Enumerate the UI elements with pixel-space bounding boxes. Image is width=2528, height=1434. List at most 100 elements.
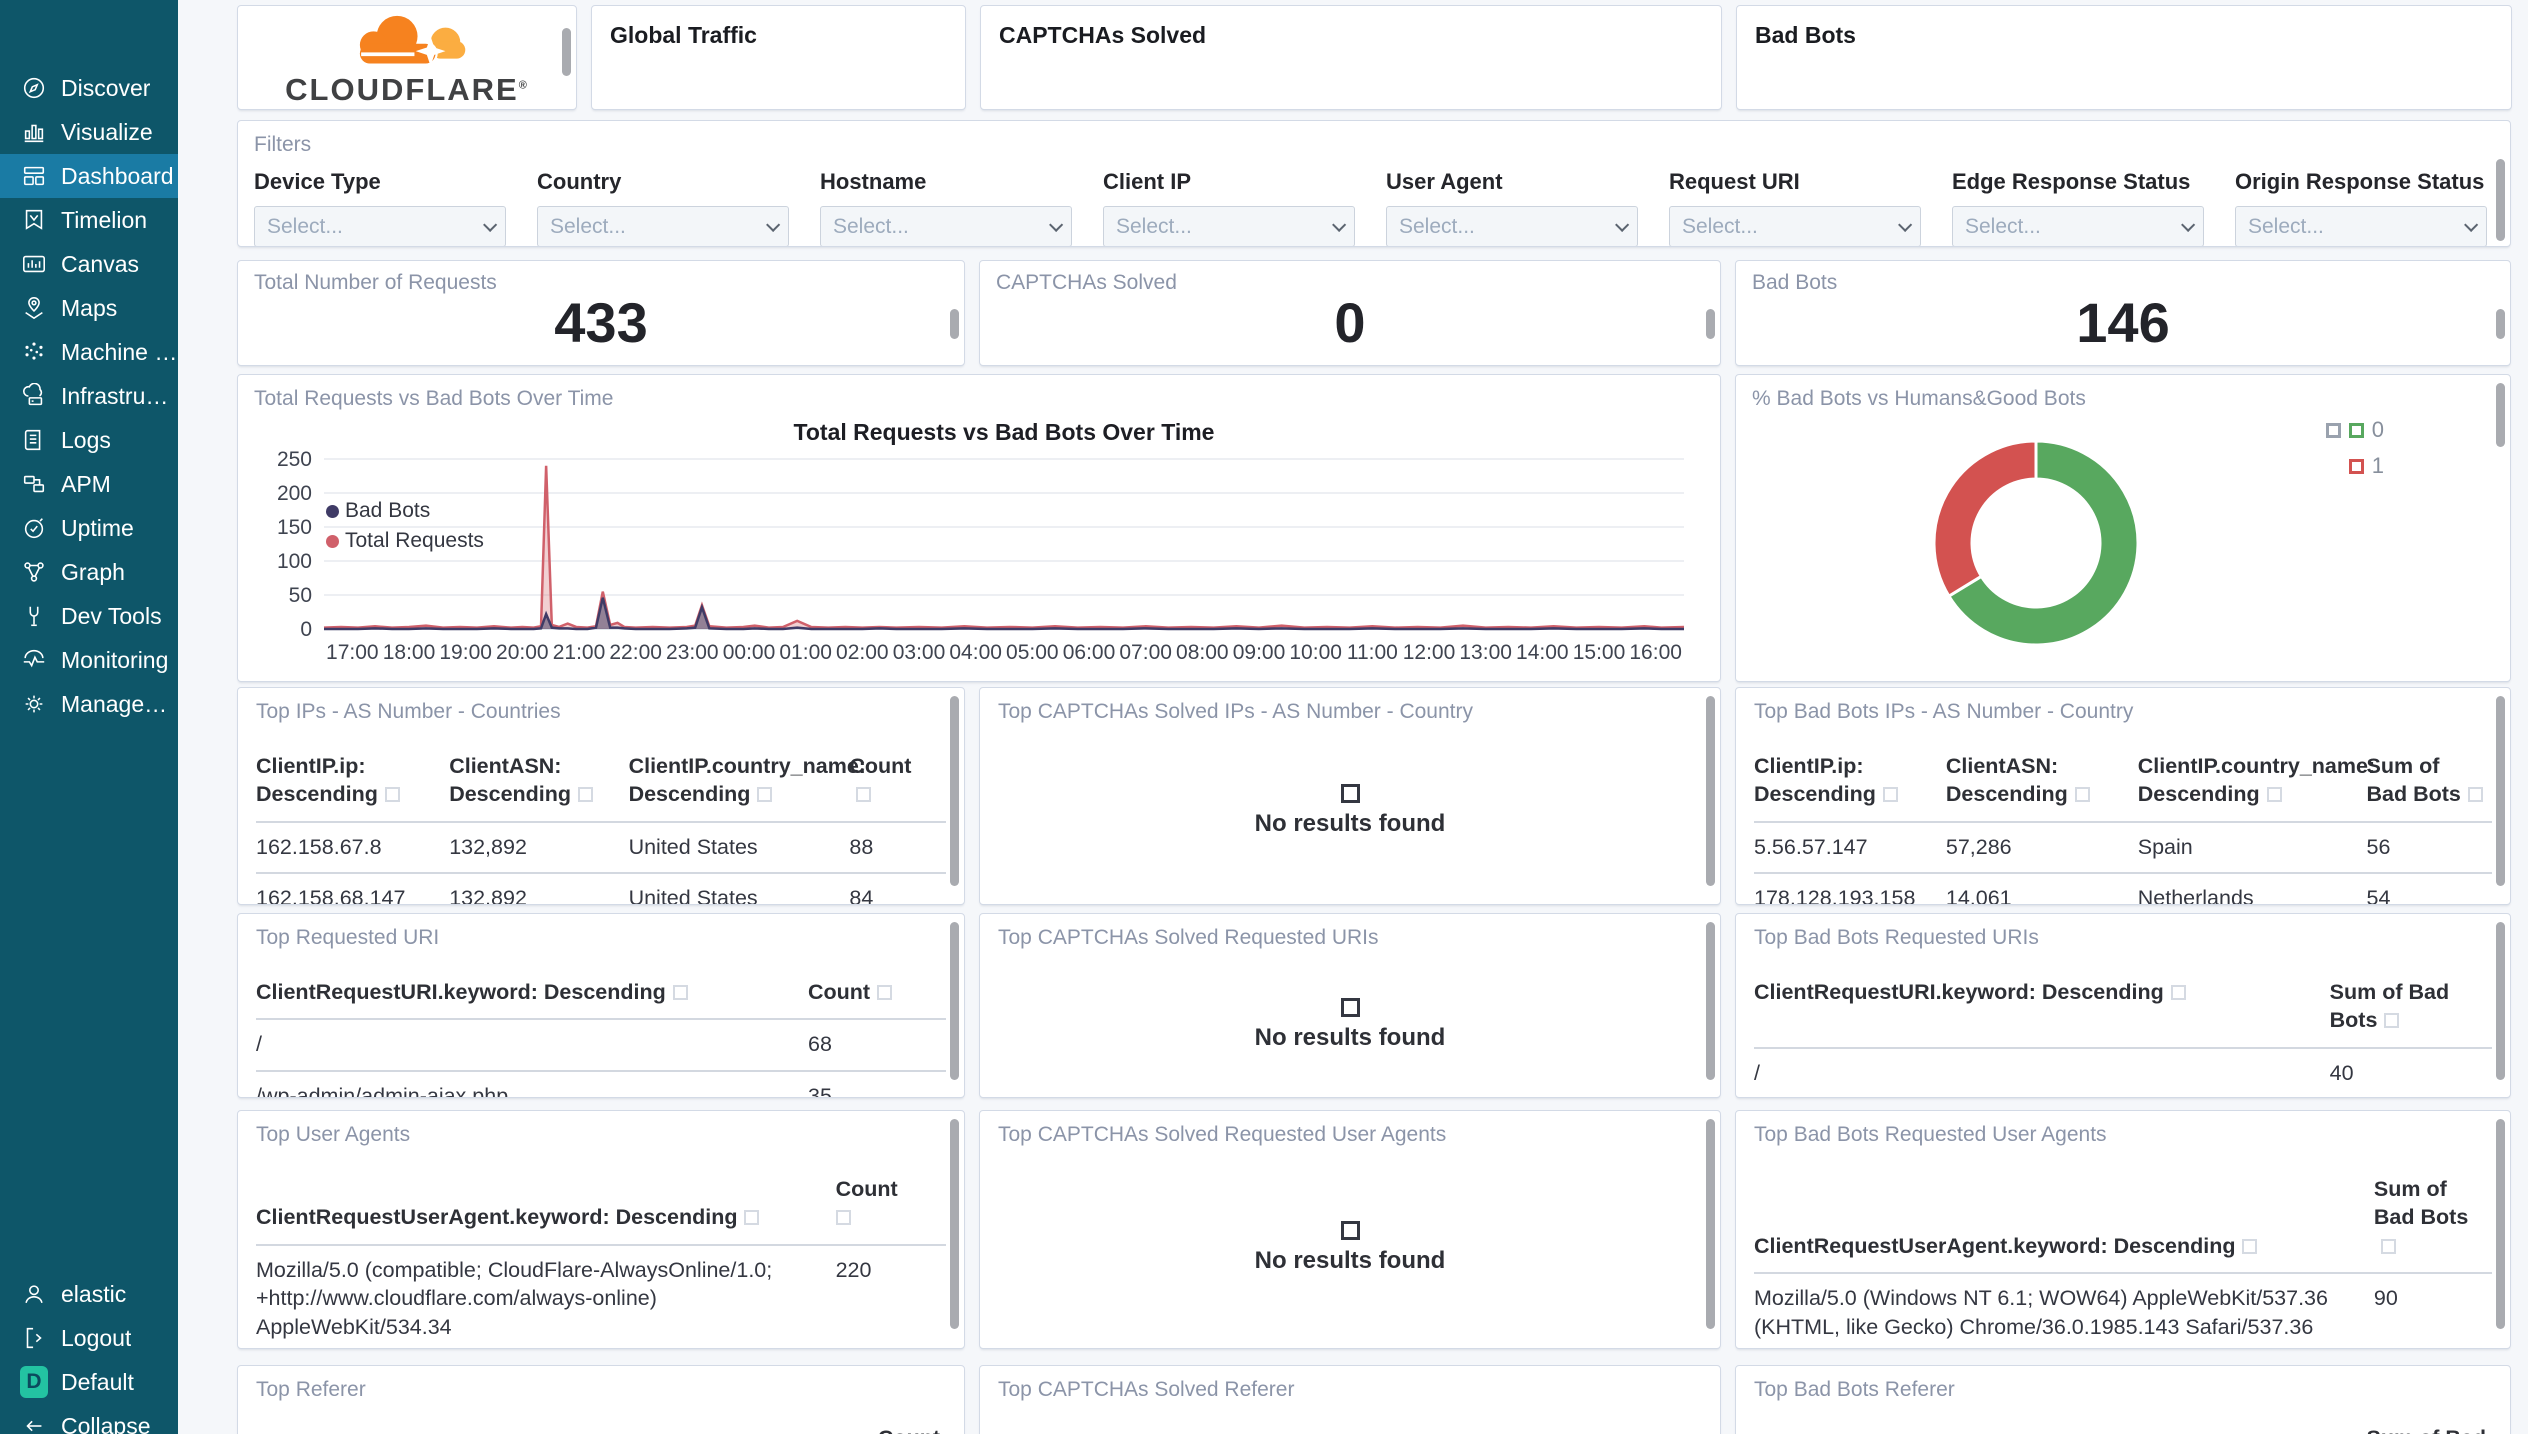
sidebar-item-infrastructure[interactable]: Infrastructure xyxy=(0,374,178,418)
filters-title: Filters xyxy=(254,133,312,156)
scrollbar[interactable] xyxy=(950,696,959,886)
sidebar-item-label: Graph xyxy=(61,558,125,585)
scrollbar[interactable] xyxy=(950,1119,959,1329)
sort-checkbox[interactable] xyxy=(2467,787,2483,803)
sidebar-item-timelion[interactable]: Timelion xyxy=(0,198,178,242)
sidebar-item-label: APM xyxy=(61,470,111,497)
sidebar-item-logout[interactable]: Logout xyxy=(0,1316,178,1360)
sidebar-item-dashboard[interactable]: Dashboard xyxy=(0,154,178,198)
sort-checkbox[interactable] xyxy=(856,787,872,803)
scrollbar[interactable] xyxy=(2496,922,2505,1080)
sidebar-item-collapse[interactable]: Collapse xyxy=(0,1404,178,1434)
user-agent-select[interactable]: Select... xyxy=(1386,206,1638,246)
sidebar-item-machine-learning[interactable]: Machine Le… xyxy=(0,330,178,374)
sidebar-item-monitoring[interactable]: Monitoring xyxy=(0,638,178,682)
sidebar-item-uptime[interactable]: Uptime xyxy=(0,506,178,550)
sort-checkbox[interactable] xyxy=(2380,1238,2396,1254)
sidebar-item-graph[interactable]: Graph xyxy=(0,550,178,594)
sidebar-item-label: Uptime xyxy=(61,514,134,541)
device-type-select[interactable]: Select... xyxy=(254,206,506,246)
sort-checkbox[interactable] xyxy=(2242,1238,2258,1254)
panel-title: Top CAPTCHAs Solved Requested User Agent… xyxy=(998,1123,1447,1146)
timelion-icon xyxy=(20,206,48,234)
svg-text:17:00: 17:00 xyxy=(326,641,379,664)
scrollbar[interactable] xyxy=(2496,309,2505,339)
hostname-select[interactable]: Select... xyxy=(820,206,1072,246)
filter-origin-response-status: Origin Response Status Select... xyxy=(2235,169,2487,246)
scrollbar[interactable] xyxy=(2496,383,2505,447)
sidebar-item-discover[interactable]: Discover xyxy=(0,66,178,110)
cloudflare-wordmark: CLOUDFLARE® xyxy=(285,71,529,107)
scrollbar[interactable] xyxy=(1706,1119,1715,1329)
column-header: Sum of Bad Bots xyxy=(2373,1175,2492,1275)
sidebar-item-apm[interactable]: APM xyxy=(0,462,178,506)
sidebar-item-label: Logout xyxy=(61,1324,132,1351)
sort-checkbox[interactable] xyxy=(835,1210,851,1226)
scrollbar[interactable] xyxy=(1706,922,1715,1080)
column-header: Count xyxy=(808,978,946,1021)
sidebar-item-label: Management xyxy=(61,690,178,717)
sort-checkbox[interactable] xyxy=(744,1210,760,1226)
sort-checkbox[interactable] xyxy=(578,787,594,803)
sidebar-item-label: Dashboard xyxy=(61,162,174,189)
scrollbar[interactable] xyxy=(2496,696,2505,886)
client-ip-select[interactable]: Select... xyxy=(1103,206,1355,246)
sort-checkbox[interactable] xyxy=(2074,787,2090,803)
svg-text:15:00: 15:00 xyxy=(1573,641,1626,664)
scrollbar[interactable] xyxy=(950,309,959,339)
table-row: /68 xyxy=(256,1019,946,1072)
filter-hostname: Hostname Select... xyxy=(820,169,1072,246)
panel-title: Total Requests vs Bad Bots Over Time xyxy=(254,387,614,410)
svg-text:22:00: 22:00 xyxy=(609,641,662,664)
sidebar-item-dev-tools[interactable]: Dev Tools xyxy=(0,594,178,638)
panel-bad-bots-metric: Bad Bots 146 xyxy=(1735,260,2511,366)
machine-learning-icon xyxy=(20,338,48,366)
top-uri-table: ClientRequestURI.keyword: Descending Cou… xyxy=(256,978,946,1097)
sort-checkbox[interactable] xyxy=(2170,985,2186,1000)
origin-response-status-select[interactable]: Select... xyxy=(2235,206,2487,246)
scrollbar[interactable] xyxy=(1706,309,1715,339)
country-select[interactable]: Select... xyxy=(537,206,789,246)
svg-text:00:00: 00:00 xyxy=(723,641,776,664)
table-row: Mozilla/5.0 (compatible; CloudFlare-Alwa… xyxy=(256,1244,946,1348)
scrollbar[interactable] xyxy=(950,922,959,1080)
panel-captcha-referer: Top CAPTCHAs Solved Referer xyxy=(979,1365,1721,1434)
svg-text:05:00: 05:00 xyxy=(1006,641,1059,664)
panel-title: Bad Bots xyxy=(1755,22,1856,48)
table-row: 162.158.68.147 132,892 United States 84 xyxy=(256,873,946,904)
scrollbar[interactable] xyxy=(2496,159,2505,241)
sidebar-item-user[interactable]: elastic xyxy=(0,1272,178,1316)
sidebar-item-label: Visualize xyxy=(61,118,153,145)
sort-checkbox[interactable] xyxy=(2266,787,2282,803)
sidebar-item-maps[interactable]: Maps xyxy=(0,286,178,330)
scrollbar[interactable] xyxy=(562,28,571,76)
sidebar-item-label: Dev Tools xyxy=(61,602,162,629)
sort-checkbox[interactable] xyxy=(1882,787,1898,803)
panel-bad-bots-referer: Top Bad Bots Referer Sum of Bad xyxy=(1735,1365,2511,1434)
panel-bad-bots-ips: Top Bad Bots IPs - AS Number - Country C… xyxy=(1735,687,2511,905)
sort-checkbox[interactable] xyxy=(877,985,893,1000)
sidebar-item-management[interactable]: Management xyxy=(0,682,178,726)
column-header: Sum of Bad Bots xyxy=(2366,752,2492,823)
sidebar-item-default-space[interactable]: D Default xyxy=(0,1360,178,1404)
svg-text:19:00: 19:00 xyxy=(439,641,492,664)
filter-request-uri: Request URI Select... xyxy=(1669,169,1921,246)
panel-captcha-user-agents: Top CAPTCHAs Solved Requested User Agent… xyxy=(979,1110,1721,1349)
metric-value: 0 xyxy=(1334,291,1366,354)
request-uri-select[interactable]: Select... xyxy=(1669,206,1921,246)
sort-checkbox[interactable] xyxy=(757,787,773,803)
sort-checkbox[interactable] xyxy=(672,985,688,1000)
scrollbar[interactable] xyxy=(2496,1119,2505,1329)
wrench-icon xyxy=(20,602,48,630)
filter-user-agent: User Agent Select... xyxy=(1386,169,1638,246)
sidebar-item-canvas[interactable]: Canvas xyxy=(0,242,178,286)
panel-title: Top Bad Bots Requested URIs xyxy=(1754,926,2039,949)
sidebar-item-logs[interactable]: Logs xyxy=(0,418,178,462)
sort-checkbox[interactable] xyxy=(2384,1013,2400,1029)
sort-checkbox[interactable] xyxy=(384,787,400,803)
sidebar-item-visualize[interactable]: Visualize xyxy=(0,110,178,154)
sidebar-nav-list: Discover Visualize Dashboard Timelion Ca… xyxy=(0,66,178,726)
scrollbar[interactable] xyxy=(1706,696,1715,886)
empty-state: No results found xyxy=(980,784,1720,838)
edge-response-status-select[interactable]: Select... xyxy=(1952,206,2204,246)
